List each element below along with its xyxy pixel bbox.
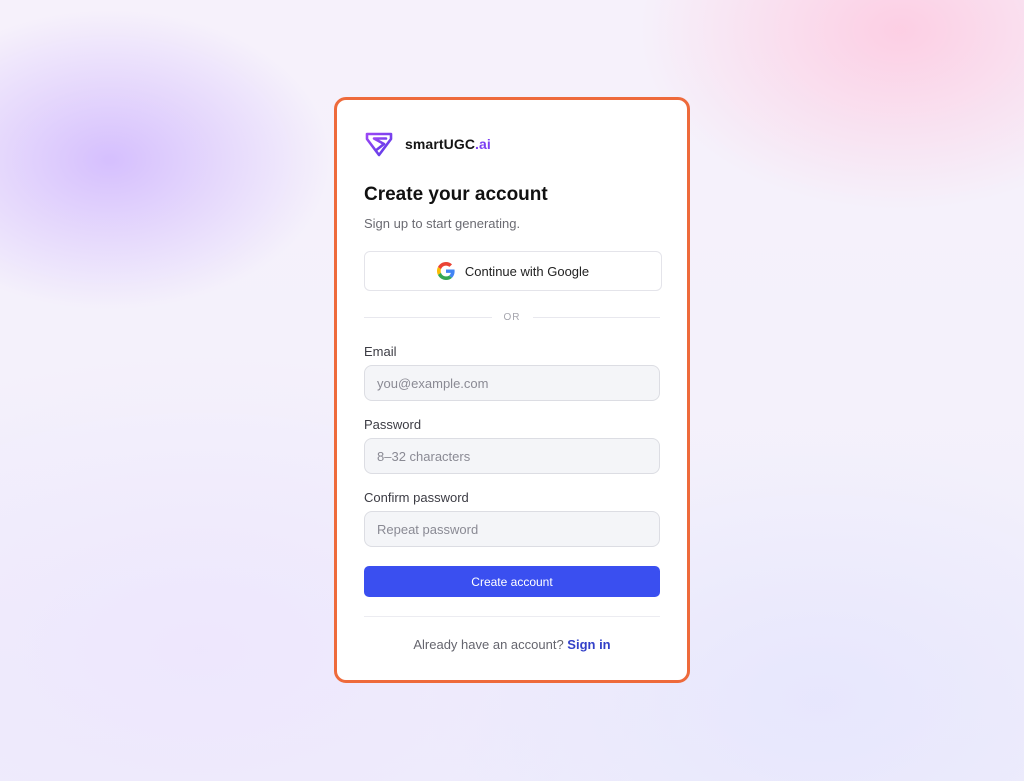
brand-name-text: smartUGC: [405, 136, 476, 152]
google-g-icon: [436, 262, 455, 280]
signin-prompt-text: Already have an account?: [413, 637, 564, 652]
signup-card: smartUGC.ai Create your account Sign up …: [334, 97, 690, 683]
password-label: Password: [364, 417, 422, 432]
or-divider: OR: [364, 309, 660, 325]
password-field[interactable]: [364, 438, 660, 474]
email-field[interactable]: [364, 365, 660, 401]
brand-tld: .ai: [475, 136, 491, 152]
confirm-password-field[interactable]: [364, 511, 660, 547]
sign-in-link[interactable]: Sign in: [567, 637, 610, 652]
continue-with-google-button[interactable]: Continue with Google: [364, 251, 662, 291]
brand: smartUGC.ai: [364, 130, 491, 158]
divider-label: OR: [503, 311, 521, 323]
divider-line-right: [532, 316, 660, 318]
confirm-password-label: Confirm password: [364, 490, 469, 505]
footer-divider: [364, 616, 660, 617]
divider-line-left: [364, 316, 492, 318]
signin-prompt: Already have an account? Sign in: [337, 637, 687, 652]
shield-s-logo-icon: [365, 132, 393, 157]
page-subtitle: Sign up to start generating.: [364, 216, 521, 231]
create-account-button[interactable]: Create account: [364, 566, 660, 597]
email-label: Email: [364, 344, 397, 359]
brand-name: smartUGC.ai: [405, 136, 491, 152]
continue-with-google-label: Continue with Google: [464, 263, 590, 279]
page-title: Create your account: [364, 184, 548, 205]
